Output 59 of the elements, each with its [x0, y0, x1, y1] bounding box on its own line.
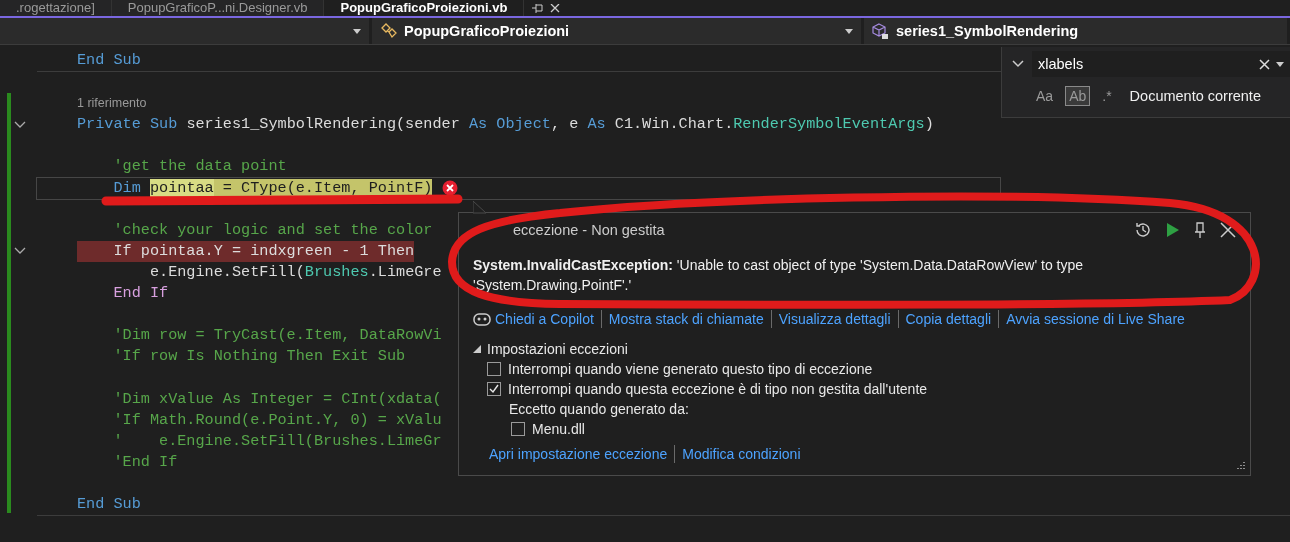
class-dropdown[interactable]: PopupGraficoProiezioni	[404, 23, 839, 39]
document-tab[interactable]: .rogettazione]	[0, 0, 112, 16]
code-line: 'If row Is Nothing Then Exit Sub	[112, 346, 406, 368]
checkbox[interactable]	[487, 382, 501, 396]
settings-link[interactable]: Apri impostazione eccezione	[489, 446, 668, 462]
popup-title: eccezione - Non gestita	[512, 222, 665, 238]
method-icon	[872, 22, 890, 40]
caret-icon	[353, 28, 361, 34]
settings-link[interactable]: Modifica condizioni	[682, 446, 801, 462]
caret-icon	[845, 28, 853, 34]
code-line: e.Engine.SetFill(Brushes.LimeGre	[148, 261, 442, 283]
document-tab[interactable]: PopupGraficoP...ni.Designer.vb	[111, 0, 325, 16]
find-option[interactable]: Aa	[1032, 86, 1058, 106]
code-line: 'If Math.Round(e.Point.Y, 0) = xValu	[112, 409, 442, 431]
close-icon[interactable]	[550, 3, 561, 13]
code-line: End Sub	[77, 50, 141, 71]
checkbox-label: Interrompi quando questa eccezione è di tipo non gestita dall'utente	[508, 381, 928, 397]
code-line: End If	[112, 283, 169, 305]
find-option[interactable]: .*	[1098, 86, 1116, 106]
caret-icon	[1276, 61, 1284, 67]
code-line: 'Dim row = TryCast(e.Item, DataRowVi	[112, 325, 442, 347]
except-label: Eccetto quando generato da:	[509, 401, 689, 417]
code-line: 'get the data point	[112, 156, 287, 178]
chevron-icon[interactable]	[1012, 60, 1024, 68]
history-icon[interactable]	[1134, 221, 1152, 239]
copilot-icon	[473, 312, 491, 326]
code-line: ' e.Engine.SetFill(Brushes.LimeGr	[112, 430, 442, 452]
collapse-icon[interactable]	[14, 247, 26, 256]
pin-icon[interactable]	[1194, 222, 1206, 238]
play-icon[interactable]	[1166, 222, 1180, 238]
resize-grip-icon[interactable]	[1236, 461, 1246, 471]
code-line: 'check your logic and set the color	[112, 219, 433, 241]
action-link[interactable]: Visualizza dettagli	[778, 311, 891, 327]
reference-count[interactable]: 1 riferimento	[77, 93, 147, 115]
code-line: 'End If	[112, 451, 178, 473]
code-line: End Sub	[77, 493, 141, 515]
search-scope[interactable]: Documento corrente	[1129, 88, 1261, 104]
checkbox[interactable]	[511, 422, 525, 436]
checkbox-label: Menu.dll	[532, 421, 585, 437]
checkbox-label: Interrompi quando viene generato questo tipo di eccezione	[508, 361, 873, 377]
exception-message: System.InvalidCastException: 'Unable to cast object of type 'System.Data.DataRowView' to type 'System.Drawing.PointF'.'	[473, 256, 1085, 295]
code-line: 'Dim xValue As Integer = CInt(xdata(	[112, 388, 442, 410]
action-link[interactable]: Avvia sessione di Live Share	[1006, 311, 1185, 327]
action-link[interactable]: Copia dettagli	[905, 311, 992, 327]
pin-icon[interactable]	[532, 3, 545, 13]
find-option[interactable]: Ab	[1065, 86, 1091, 106]
action-link[interactable]: Chiedi a Copilot	[495, 311, 594, 327]
close-icon[interactable]	[1220, 222, 1236, 238]
member-dropdown[interactable]: series1_SymbolRendering	[896, 23, 1079, 39]
collapse-icon[interactable]	[14, 120, 26, 129]
search-field[interactable]: xlabels	[1032, 51, 1290, 77]
checkbox[interactable]	[487, 362, 501, 376]
settings-heading: Impostazioni eccezioni	[487, 341, 628, 357]
class-icon	[380, 23, 398, 39]
expander-icon[interactable]	[473, 345, 481, 353]
clear-icon[interactable]	[1259, 58, 1270, 70]
code-line: Dim pointaa = CType(e.Item, PointF)	[112, 177, 433, 199]
action-link[interactable]: Mostra stack di chiamate	[608, 311, 764, 327]
code-line: Private Sub series1_SymbolRendering(sender As Object, e As C1.Win.Chart.RenderSymbolEventArgs)	[77, 114, 934, 136]
